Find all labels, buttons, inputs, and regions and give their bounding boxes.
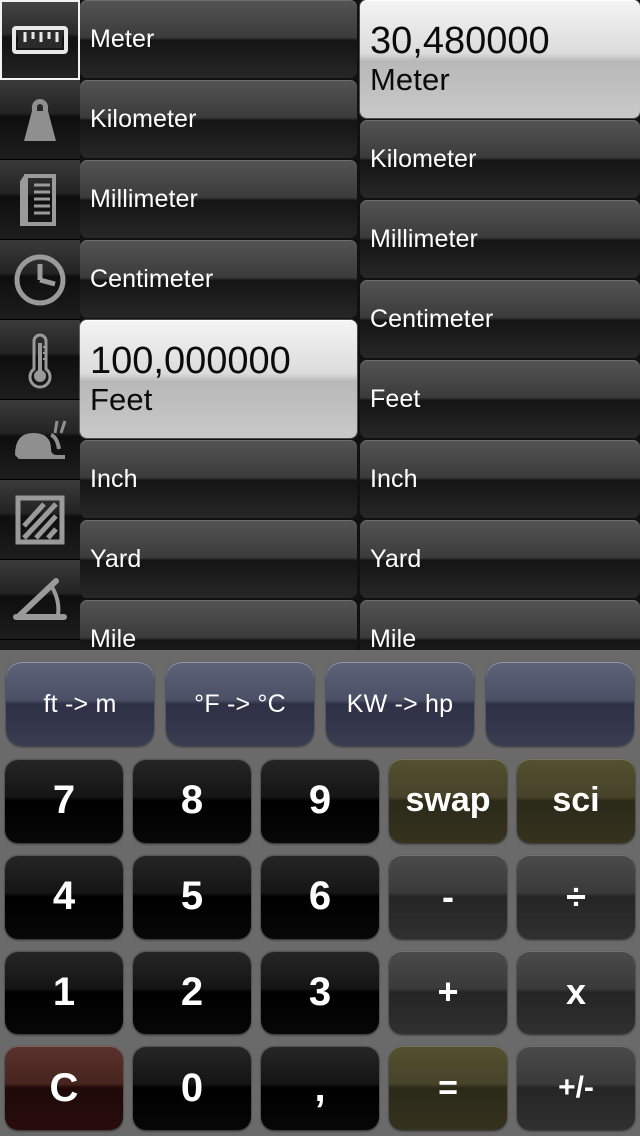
left-unit-label: Mile (90, 625, 357, 650)
category-thermometer[interactable] (0, 320, 80, 400)
key-key[interactable]: = (389, 1046, 507, 1130)
preset-button-3[interactable]: KW -> hp (326, 662, 474, 746)
thermometer-icon (23, 331, 57, 389)
weight-icon (15, 93, 65, 147)
angle-icon (12, 577, 68, 623)
left-unit-cell[interactable]: Inch (80, 440, 357, 518)
key-7[interactable]: 7 (5, 759, 123, 843)
key-5[interactable]: 5 (133, 855, 251, 939)
source-unit-list[interactable]: Meter Kilometer Millimeter Centimeter 100,00… (80, 0, 357, 650)
key-8[interactable]: 8 (133, 759, 251, 843)
right-unit-cell[interactable]: Millimeter (360, 200, 640, 278)
ruler-icon (12, 20, 68, 60)
preset-button-4[interactable] (486, 662, 634, 746)
key-sci[interactable]: sci (517, 759, 635, 843)
unit-converter-app: Meter Kilometer Millimeter Centimeter 100,00… (0, 0, 640, 1136)
key-6[interactable]: 6 (261, 855, 379, 939)
category-sidebar (0, 0, 80, 650)
left-unit-label: Inch (90, 465, 357, 493)
right-unit-label: Centimeter (370, 305, 640, 333)
left-unit-label: Kilometer (90, 105, 357, 133)
left-unit-label: Millimeter (90, 185, 357, 213)
category-ruler[interactable] (0, 0, 80, 80)
preset-conversion-row: ft -> m°F -> °CKW -> hp (0, 655, 640, 753)
right-unit-cell[interactable]: Kilometer (360, 120, 640, 198)
left-unit-cell[interactable]: Centimeter (80, 240, 357, 318)
right-unit-cell[interactable]: Centimeter (360, 280, 640, 358)
right-unit-label: Yard (370, 545, 640, 573)
left-unit-cell[interactable]: Millimeter (80, 160, 357, 238)
left-unit-cell[interactable]: Meter (80, 0, 357, 78)
category-area[interactable] (0, 480, 80, 560)
right-unit-cell[interactable]: Mile (360, 600, 640, 650)
left-unit-label: Centimeter (90, 265, 357, 293)
preset-button-2[interactable]: °F -> °C (166, 662, 314, 746)
category-angle[interactable] (0, 560, 80, 640)
left-unit-label: Yard (90, 545, 357, 573)
key-c[interactable]: C (5, 1046, 123, 1130)
right-value: 30,480000 (370, 20, 640, 62)
preset-button-1[interactable]: ft -> m (6, 662, 154, 746)
right-unit-cell[interactable]: Feet (360, 360, 640, 438)
category-weight[interactable] (0, 80, 80, 160)
key-key[interactable]: ÷ (517, 855, 635, 939)
key-2[interactable]: 2 (133, 951, 251, 1035)
right-unit-label: Feet (370, 385, 640, 413)
target-unit-list[interactable]: 30,480000Meter Kilometer Millimeter Centime… (360, 0, 640, 650)
right-unit-label: Inch (370, 465, 640, 493)
category-snail[interactable] (0, 400, 80, 480)
key-3[interactable]: 3 (261, 951, 379, 1035)
category-beaker[interactable] (0, 160, 80, 240)
key-key[interactable]: - (389, 855, 507, 939)
key-1[interactable]: 1 (5, 951, 123, 1035)
right-unit-cell[interactable]: 30,480000Meter (360, 0, 640, 118)
keypad-panel: ft -> m°F -> °CKW -> hp 789swapsci 456-÷ 1… (0, 650, 640, 1136)
calculator-keypad: 789swapsci 456-÷ 123+x C0,=+/- (0, 753, 640, 1136)
key-key[interactable]: + (389, 951, 507, 1035)
beaker-icon (18, 172, 62, 228)
right-unit-label: Meter (370, 62, 640, 98)
right-unit-label: Millimeter (370, 225, 640, 253)
left-unit-cell[interactable]: Yard (80, 520, 357, 598)
key-key[interactable]: +/- (517, 1046, 635, 1130)
right-unit-label: Kilometer (370, 145, 640, 173)
right-unit-cell[interactable]: Inch (360, 440, 640, 518)
left-unit-cell[interactable]: Mile (80, 600, 357, 650)
left-unit-label: Meter (90, 25, 357, 53)
key-0[interactable]: 0 (133, 1046, 251, 1130)
key-9[interactable]: 9 (261, 759, 379, 843)
key-x[interactable]: x (517, 951, 635, 1035)
left-value: 100,000000 (90, 340, 357, 382)
area-icon (14, 494, 66, 546)
key-4[interactable]: 4 (5, 855, 123, 939)
left-unit-cell[interactable]: Kilometer (80, 80, 357, 158)
right-unit-cell[interactable]: Yard (360, 520, 640, 598)
clock-icon (13, 253, 67, 307)
right-unit-label: Mile (370, 625, 640, 650)
key-key[interactable]: , (261, 1046, 379, 1130)
converter-panel: Meter Kilometer Millimeter Centimeter 100,00… (0, 0, 640, 650)
left-unit-cell[interactable]: 100,000000Feet (80, 320, 357, 438)
left-unit-label: Feet (90, 382, 357, 418)
category-clock[interactable] (0, 240, 80, 320)
key-swap[interactable]: swap (389, 759, 507, 843)
snail-icon (11, 417, 69, 463)
